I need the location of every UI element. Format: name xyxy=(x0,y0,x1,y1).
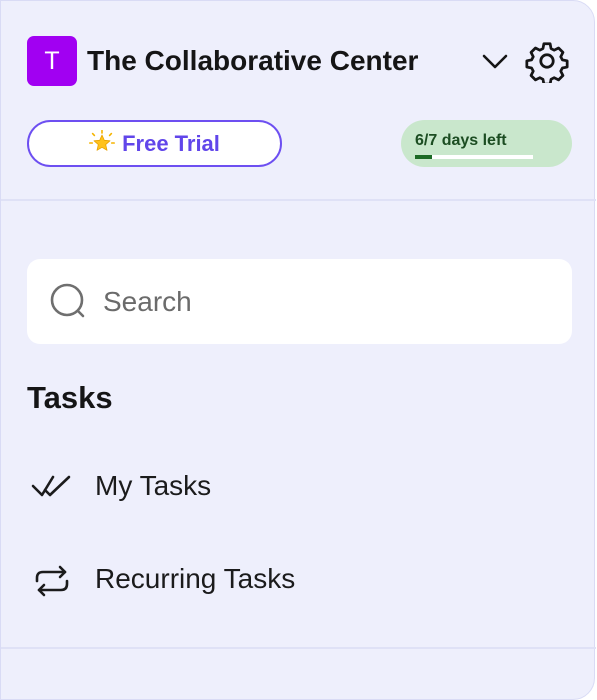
trial-days-left: 6/7 days left xyxy=(415,132,507,149)
repeat-icon xyxy=(35,565,69,597)
double-check-icon xyxy=(31,475,71,497)
free-trial-label: Free Trial xyxy=(122,131,220,156)
nav-item-label: My Tasks xyxy=(95,470,212,501)
trial-progress-bar xyxy=(415,155,533,159)
workspace-avatar[interactable]: T xyxy=(27,36,77,86)
workspace-name[interactable]: The Collaborative Center xyxy=(87,45,418,77)
trial-days-badge: 6/7 days left xyxy=(401,120,572,167)
tasks-section-title: Tasks xyxy=(27,380,113,415)
search-box[interactable] xyxy=(27,259,572,344)
nav-item-my-tasks[interactable]: My Tasks xyxy=(27,456,572,516)
divider xyxy=(1,199,596,201)
workspace-header: T The Collaborative Center xyxy=(27,36,572,86)
gear-icon[interactable] xyxy=(525,39,569,83)
sidebar-panel: T The Collaborative Center Free Trial 6/… xyxy=(0,0,596,700)
trial-progress-fill xyxy=(415,155,432,159)
chevron-down-icon[interactable] xyxy=(481,50,509,72)
search-input[interactable] xyxy=(103,283,543,321)
star-icon xyxy=(89,130,116,151)
free-trial-button[interactable]: Free Trial xyxy=(27,120,282,167)
nav-item-recurring-tasks[interactable]: Recurring Tasks xyxy=(27,549,572,609)
divider xyxy=(1,647,596,649)
nav-item-label: Recurring Tasks xyxy=(95,563,296,594)
search-icon xyxy=(50,283,85,318)
